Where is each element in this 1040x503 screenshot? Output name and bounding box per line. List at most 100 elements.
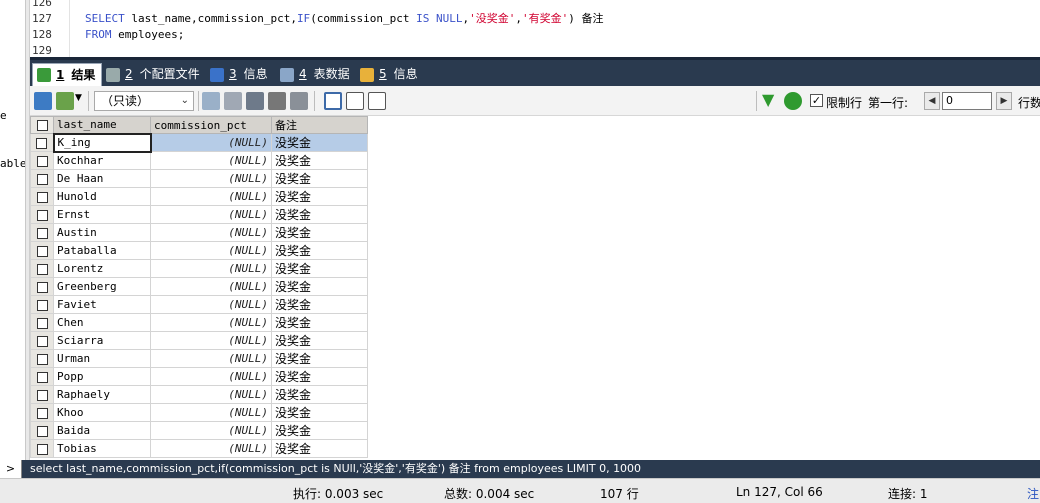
row-checkbox[interactable]	[30, 295, 54, 314]
cell-commission-pct[interactable]: (NULL)	[150, 295, 272, 314]
table-row[interactable]: Sciarra (NULL) 没奖金	[30, 331, 368, 350]
select-all-checkbox[interactable]	[30, 116, 54, 134]
cell-last-name[interactable]: Khoo	[53, 403, 151, 422]
grid-view-icon[interactable]	[324, 92, 342, 110]
cell-note[interactable]: 没奖金	[271, 187, 368, 206]
note-link[interactable]: 注	[1027, 485, 1039, 502]
cell-commission-pct[interactable]: (NULL)	[150, 349, 272, 368]
table-row[interactable]: Pataballa (NULL) 没奖金	[30, 241, 368, 260]
tab-3[interactable]: 3 信息	[206, 63, 274, 86]
table-row[interactable]: Faviet (NULL) 没奖金	[30, 295, 368, 314]
cell-commission-pct[interactable]: (NULL)	[150, 169, 272, 188]
cell-note[interactable]: 没奖金	[271, 241, 368, 260]
table-row[interactable]: Austin (NULL) 没奖金	[30, 223, 368, 242]
cell-last-name[interactable]: Sciarra	[53, 331, 151, 350]
table-row[interactable]: Popp (NULL) 没奖金	[30, 367, 368, 386]
form-view-icon[interactable]	[346, 92, 364, 110]
cell-note[interactable]: 没奖金	[271, 385, 368, 404]
cell-note[interactable]: 没奖金	[271, 313, 368, 332]
next-page-icon[interactable]: ▶	[996, 92, 1012, 110]
export-icon[interactable]	[34, 92, 52, 110]
cell-last-name[interactable]: Baida	[53, 421, 151, 440]
table-row[interactable]: Kochhar (NULL) 没奖金	[30, 151, 368, 170]
cell-commission-pct[interactable]: (NULL)	[150, 187, 272, 206]
prev-page-icon[interactable]: ◀	[924, 92, 940, 110]
row-checkbox[interactable]	[30, 133, 54, 152]
chevron-right-icon[interactable]: >	[0, 460, 22, 478]
cell-last-name[interactable]: Chen	[53, 313, 151, 332]
column-header-last-name[interactable]: last_name	[53, 116, 151, 134]
cell-note[interactable]: 没奖金	[271, 421, 368, 440]
table-row[interactable]: Greenberg (NULL) 没奖金	[30, 277, 368, 296]
cell-commission-pct[interactable]: (NULL)	[150, 241, 272, 260]
cell-commission-pct[interactable]: (NULL)	[150, 133, 272, 152]
cell-last-name[interactable]: Pataballa	[53, 241, 151, 260]
cell-last-name[interactable]: Popp	[53, 367, 151, 386]
table-row[interactable]: Khoo (NULL) 没奖金	[30, 403, 368, 422]
delete-icon[interactable]	[268, 92, 286, 110]
cell-note[interactable]: 没奖金	[271, 277, 368, 296]
row-checkbox[interactable]	[30, 439, 54, 458]
table-row[interactable]: Raphaely (NULL) 没奖金	[30, 385, 368, 404]
table-row[interactable]: Urman (NULL) 没奖金	[30, 349, 368, 368]
table-row[interactable]: Ernst (NULL) 没奖金	[30, 205, 368, 224]
cell-last-name[interactable]: Austin	[53, 223, 151, 242]
cell-last-name[interactable]: Kochhar	[53, 151, 151, 170]
table-row[interactable]: Tobias (NULL) 没奖金	[30, 439, 368, 458]
discard-icon[interactable]	[290, 92, 308, 110]
cell-note[interactable]: 没奖金	[271, 223, 368, 242]
cell-commission-pct[interactable]: (NULL)	[150, 313, 272, 332]
cell-last-name[interactable]: K_ing	[52, 132, 152, 153]
row-checkbox[interactable]	[30, 241, 54, 260]
limit-rows-checkbox[interactable]: ✓	[810, 94, 823, 107]
cell-note[interactable]: 没奖金	[271, 331, 368, 350]
row-checkbox[interactable]	[30, 349, 54, 368]
text-view-icon[interactable]	[368, 92, 386, 110]
duplicate-row-icon[interactable]	[224, 92, 242, 110]
row-checkbox[interactable]	[30, 277, 54, 296]
table-row[interactable]: K_ing (NULL) 没奖金	[30, 132, 368, 153]
editor-line[interactable]: 127 SELECT last_name,commission_pct,IF(co…	[30, 11, 1030, 27]
column-header-commission-pct[interactable]: commission_pct	[150, 116, 272, 134]
editor-line[interactable]: 126	[30, 0, 1030, 11]
cell-last-name[interactable]: Lorentz	[53, 259, 151, 278]
cell-note[interactable]: 没奖金	[271, 151, 368, 170]
row-checkbox[interactable]	[30, 223, 54, 242]
cell-commission-pct[interactable]: (NULL)	[150, 205, 272, 224]
cell-commission-pct[interactable]: (NULL)	[150, 421, 272, 440]
cell-commission-pct[interactable]: (NULL)	[150, 385, 272, 404]
row-checkbox[interactable]	[30, 205, 54, 224]
row-checkbox[interactable]	[30, 169, 54, 188]
result-grid[interactable]: last_name commission_pct 备注 K_ing (NULL) 没…	[30, 116, 1040, 459]
cell-note[interactable]: 没奖金	[271, 295, 368, 314]
cell-note[interactable]: 没奖金	[271, 259, 368, 278]
tab-2[interactable]: 2 个配置文件	[102, 63, 206, 86]
row-checkbox[interactable]	[30, 403, 54, 422]
cell-commission-pct[interactable]: (NULL)	[150, 151, 272, 170]
cell-last-name[interactable]: Urman	[53, 349, 151, 368]
cell-note[interactable]: 没奖金	[271, 367, 368, 386]
cell-commission-pct[interactable]: (NULL)	[150, 439, 272, 458]
tab-4[interactable]: 4 表数据	[276, 63, 356, 86]
refresh-icon[interactable]	[784, 92, 802, 110]
cell-commission-pct[interactable]: (NULL)	[150, 403, 272, 422]
cell-note[interactable]: 没奖金	[271, 403, 368, 422]
cell-last-name[interactable]: De Haan	[53, 169, 151, 188]
cell-commission-pct[interactable]: (NULL)	[150, 331, 272, 350]
cell-commission-pct[interactable]: (NULL)	[150, 277, 272, 296]
cell-last-name[interactable]: Tobias	[53, 439, 151, 458]
cell-last-name[interactable]: Greenberg	[53, 277, 151, 296]
row-checkbox[interactable]	[30, 385, 54, 404]
editor-line[interactable]: 128 FROM employees;	[30, 27, 1030, 43]
cell-commission-pct[interactable]: (NULL)	[150, 223, 272, 242]
insert-row-icon[interactable]	[202, 92, 220, 110]
row-checkbox[interactable]	[30, 313, 54, 332]
editor-line[interactable]: 129	[30, 43, 1030, 57]
dropdown-arrow-icon[interactable]: ▼	[75, 93, 82, 103]
mode-select[interactable]: （只读） ⌄	[94, 91, 194, 111]
save-icon[interactable]	[246, 92, 264, 110]
table-row[interactable]: Hunold (NULL) 没奖金	[30, 187, 368, 206]
cell-note[interactable]: 没奖金	[271, 349, 368, 368]
row-checkbox[interactable]	[30, 421, 54, 440]
cell-commission-pct[interactable]: (NULL)	[150, 259, 272, 278]
